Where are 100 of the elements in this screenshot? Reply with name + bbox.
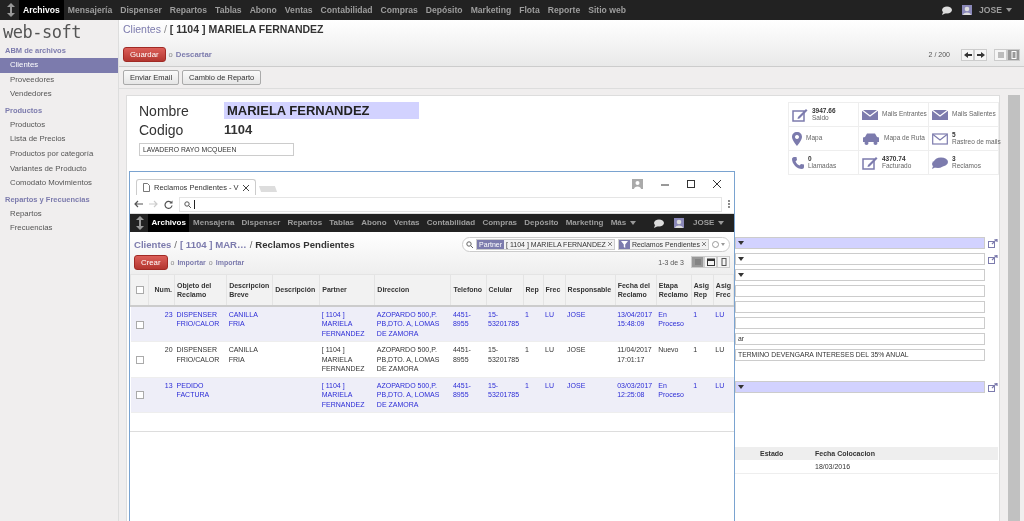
input-field[interactable] xyxy=(735,317,985,329)
close-icon xyxy=(242,184,249,191)
more-menu[interactable]: Más xyxy=(607,214,640,232)
menu-item[interactable]: Depósito xyxy=(421,0,467,20)
logo: web-soft xyxy=(2,22,82,42)
app-switcher-icon xyxy=(136,216,144,230)
search-icon xyxy=(184,200,191,208)
checkbox[interactable] xyxy=(135,286,144,295)
menu-item[interactable]: Sitio web xyxy=(584,0,630,20)
checkbox[interactable] xyxy=(135,391,144,400)
code-text: 1104 xyxy=(224,121,254,138)
breadcrumb-separator: / xyxy=(174,238,177,250)
select-field[interactable] xyxy=(735,381,985,393)
menu-item[interactable]: Mensajería xyxy=(63,0,117,20)
menu-item[interactable]: Repartos xyxy=(283,214,326,232)
next-button[interactable] xyxy=(974,48,987,61)
field-label: Codigo xyxy=(139,121,185,138)
search-icon xyxy=(466,240,474,248)
menu-item[interactable]: Ventas xyxy=(390,214,424,232)
dropdown-caret-icon xyxy=(738,385,744,389)
input-field[interactable] xyxy=(735,301,985,313)
left-arrow-icon xyxy=(963,51,972,58)
form-view-icon xyxy=(718,257,729,267)
envelope-icon xyxy=(862,108,878,121)
form-view-button[interactable] xyxy=(717,256,730,268)
menu-item[interactable]: Abono xyxy=(245,0,281,20)
form-view-icon xyxy=(1008,49,1019,60)
car-icon xyxy=(862,132,880,145)
previous-button[interactable] xyxy=(961,48,974,61)
select-field[interactable] xyxy=(735,253,985,265)
user-menu[interactable]: JOSE xyxy=(977,0,1016,20)
menu-item[interactable]: Flota xyxy=(515,0,544,20)
breadcrumb-link[interactable]: Clientes xyxy=(134,238,172,250)
user-menu[interactable]: JOSE xyxy=(689,214,728,232)
remove-icon xyxy=(607,242,612,246)
select-field[interactable] xyxy=(735,237,985,249)
phone-icon xyxy=(792,156,804,169)
envelope-icon xyxy=(932,132,948,145)
caret-icon xyxy=(718,221,725,225)
remove-icon xyxy=(702,242,706,246)
menu-item[interactable]: Archivos xyxy=(19,0,64,20)
menu-item[interactable]: Marketing xyxy=(562,214,608,232)
menu-item[interactable]: Ventas xyxy=(280,0,317,20)
menu-item[interactable]: Abono xyxy=(357,214,391,232)
form-view-button[interactable] xyxy=(1007,48,1020,61)
envelope-icon xyxy=(932,108,948,121)
menu-item[interactable]: Contabilidad xyxy=(316,0,377,20)
chat-icon xyxy=(653,218,665,228)
menu-item[interactable]: Mensajería xyxy=(189,214,238,232)
close-icon xyxy=(713,179,721,188)
forward-icon xyxy=(149,200,158,208)
menu-item[interactable]: Compras xyxy=(376,0,422,20)
maximize-icon xyxy=(687,179,695,188)
name-field[interactable]: MARIELA FERNANDEZ xyxy=(224,102,419,119)
menu-item[interactable]: Marketing xyxy=(466,0,516,20)
address-field[interactable] xyxy=(179,196,722,212)
caret-icon xyxy=(1006,8,1012,12)
breadcrumb-current: [ 1104 ] MARIELA FERNANDEZ xyxy=(169,23,324,35)
menu-item[interactable]: Dispenser xyxy=(237,214,284,232)
profile-icon xyxy=(632,178,643,189)
input-field[interactable] xyxy=(735,285,985,297)
avatar-icon xyxy=(962,5,973,15)
checkbox[interactable] xyxy=(135,320,144,329)
map-pin-icon xyxy=(792,131,802,146)
page-icon xyxy=(143,183,150,192)
breadcrumb-link[interactable]: Clientes xyxy=(123,23,161,35)
calendar-view-icon xyxy=(705,257,716,267)
scrollbar[interactable] xyxy=(1008,95,1020,521)
dropdown-caret-icon xyxy=(738,241,744,245)
menu-item[interactable]: Tablas xyxy=(211,0,246,20)
chat-icon xyxy=(941,5,953,15)
avatar-icon xyxy=(674,218,685,228)
edit-icon xyxy=(862,155,878,170)
menu-item[interactable]: Dispenser xyxy=(116,0,166,20)
dropdown-caret-icon xyxy=(738,257,744,261)
menu-item[interactable]: Contabilidad xyxy=(423,214,479,232)
app-switcher-icon xyxy=(7,3,15,17)
select-field[interactable] xyxy=(735,269,985,281)
menu-item[interactable]: Tablas xyxy=(325,214,358,232)
breadcrumb-separator: / xyxy=(249,238,253,250)
menu-item[interactable]: Repartos xyxy=(165,0,212,20)
menu-item[interactable]: Reporte xyxy=(543,0,585,20)
breadcrumb-separator: / xyxy=(163,23,167,35)
back-icon xyxy=(134,200,143,208)
options-icon xyxy=(712,240,726,248)
calendar-view-button[interactable] xyxy=(704,256,717,268)
new-tab-button[interactable] xyxy=(258,186,278,192)
menu-item[interactable]: Archivos xyxy=(148,214,190,232)
menu-item[interactable]: Depósito xyxy=(520,214,563,232)
menu-item[interactable]: Compras xyxy=(478,214,521,232)
right-arrow-icon xyxy=(976,51,985,58)
reload-icon xyxy=(164,199,173,209)
edit-icon xyxy=(792,107,808,122)
checkbox[interactable] xyxy=(135,355,144,364)
field-label: Nombre xyxy=(139,102,190,119)
caret-icon xyxy=(630,221,637,225)
dropdown-caret-icon xyxy=(738,273,744,277)
chat-icon xyxy=(932,156,948,169)
breadcrumb-current: Reclamos Pendientes xyxy=(255,238,355,250)
breadcrumb-link[interactable]: [ 1104 ] MAR… xyxy=(180,238,247,250)
